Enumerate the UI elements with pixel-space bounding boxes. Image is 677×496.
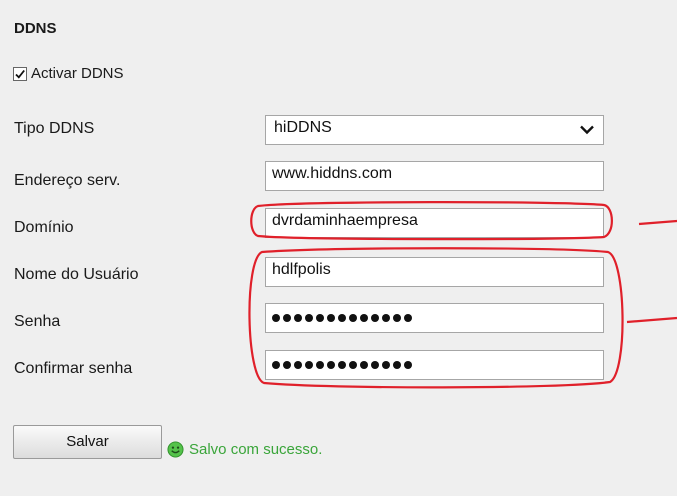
password-mask-dot — [338, 314, 346, 322]
password-mask-dot — [382, 361, 390, 369]
chevron-down-icon — [580, 125, 594, 135]
password-mask-dot — [305, 361, 313, 369]
tipo-ddns-value: hiDDNS — [274, 119, 332, 136]
dominio-pointer-line — [638, 219, 677, 226]
smiley-icon — [167, 441, 184, 458]
password-mask-dot — [338, 361, 346, 369]
status-message: Salvo com sucesso. — [167, 441, 322, 458]
password-mask-dot — [393, 361, 401, 369]
dominio-input[interactable]: dvrdaminhaempresa — [265, 208, 604, 238]
password-mask-dot — [371, 314, 379, 322]
endereco-serv-input[interactable]: www.hiddns.com — [265, 161, 604, 191]
password-mask-dot — [371, 361, 379, 369]
password-mask-dot — [360, 361, 368, 369]
password-mask-dot — [349, 314, 357, 322]
password-mask-dot — [393, 314, 401, 322]
credentials-pointer-line — [626, 316, 677, 324]
password-mask-dot — [316, 314, 324, 322]
save-button[interactable]: Salvar — [13, 425, 162, 459]
password-mask-dot — [294, 361, 302, 369]
password-mask-dot — [305, 314, 313, 322]
section-title: DDNS — [14, 20, 57, 37]
password-mask-dot — [327, 314, 335, 322]
dominio-label: Domínio — [14, 219, 74, 236]
status-text: Salvo com sucesso. — [189, 441, 323, 458]
password-mask-dot — [404, 361, 412, 369]
senha-input[interactable] — [265, 303, 604, 333]
password-mask-dot — [272, 314, 280, 322]
password-mask-dot — [349, 361, 357, 369]
password-mask-dot — [404, 314, 412, 322]
endereco-serv-label: Endereço serv. — [14, 172, 121, 189]
nome-usuario-input[interactable]: hdlfpolis — [265, 257, 604, 287]
password-mask-dot — [283, 314, 291, 322]
enable-ddns-label: Activar DDNS — [31, 65, 124, 82]
enable-ddns-row[interactable]: Activar DDNS — [13, 65, 124, 82]
password-mask-dot — [382, 314, 390, 322]
password-mask-dot — [294, 314, 302, 322]
checkmark-icon — [15, 69, 25, 79]
confirmar-senha-input[interactable] — [265, 350, 604, 380]
password-mask-dot — [272, 361, 280, 369]
password-mask-dot — [360, 314, 368, 322]
password-mask-dot — [283, 361, 291, 369]
password-mask-dot — [327, 361, 335, 369]
tipo-ddns-select[interactable]: hiDDNS — [265, 115, 604, 145]
enable-ddns-checkbox[interactable] — [13, 66, 27, 81]
nome-usuario-label: Nome do Usuário — [14, 266, 139, 283]
senha-label: Senha — [14, 313, 61, 330]
tipo-ddns-label: Tipo DDNS — [14, 120, 95, 137]
confirmar-senha-label: Confirmar senha — [14, 360, 133, 377]
password-mask-dot — [316, 361, 324, 369]
